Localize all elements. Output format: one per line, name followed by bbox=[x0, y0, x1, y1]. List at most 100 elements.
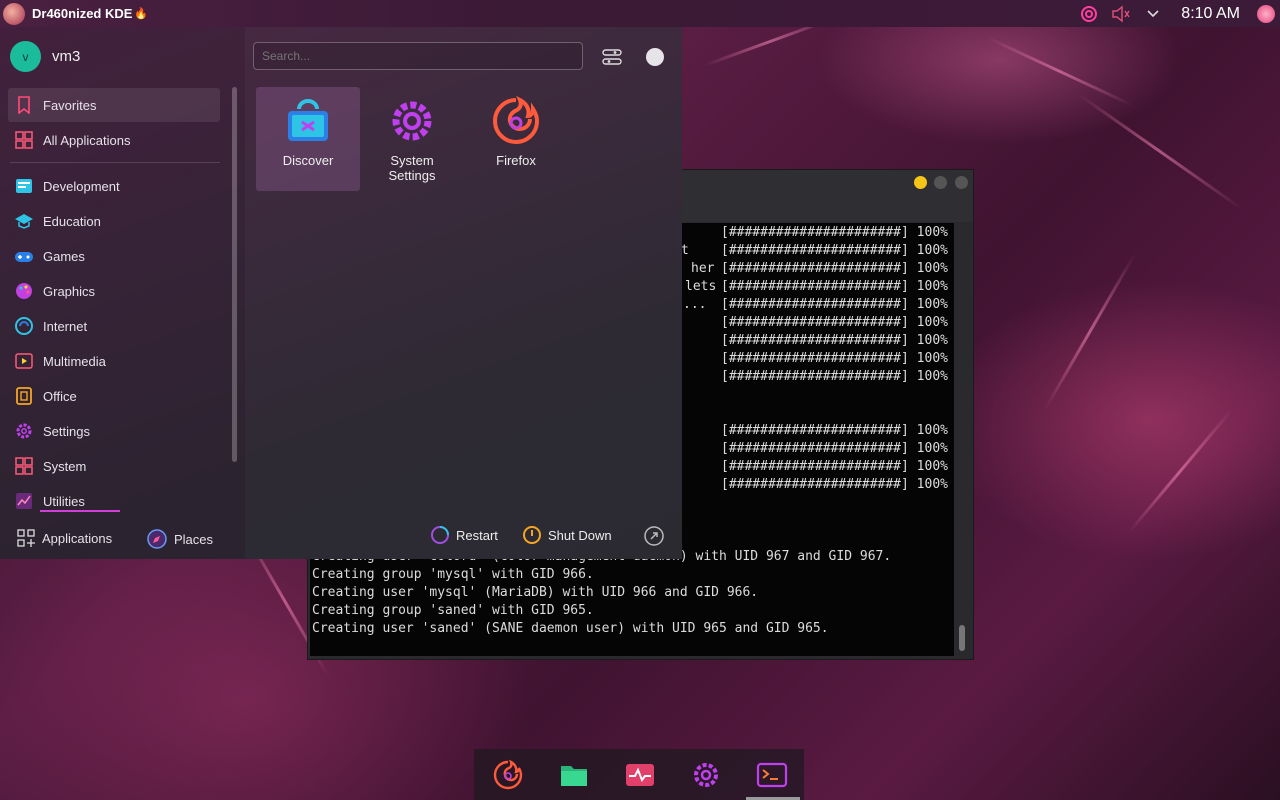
category-label: Multimedia bbox=[43, 353, 106, 369]
terminal-icon bbox=[756, 762, 788, 788]
dock-terminal[interactable] bbox=[756, 759, 788, 791]
log-line: Creating user 'mysql' (MariaDB) with UID… bbox=[312, 585, 759, 600]
dock-settings[interactable] bbox=[690, 759, 722, 791]
restart-label: Restart bbox=[456, 527, 498, 543]
category-label: Settings bbox=[43, 423, 90, 439]
category-office[interactable]: Office bbox=[8, 379, 220, 413]
restart-button[interactable]: Restart bbox=[430, 525, 498, 545]
terminal-scrollbar[interactable] bbox=[959, 625, 965, 651]
progress-line: [######################] 100% bbox=[721, 369, 948, 384]
log-line: Creating group 'saned' with GID 965. bbox=[312, 603, 594, 618]
tab-places[interactable]: Places bbox=[146, 528, 213, 550]
category-multimedia[interactable]: Multimedia bbox=[8, 344, 220, 378]
category-graphics[interactable]: Graphics bbox=[8, 274, 220, 308]
chevron-down-icon[interactable] bbox=[1143, 4, 1163, 24]
development-icon bbox=[14, 176, 34, 196]
dock-file-manager[interactable] bbox=[558, 759, 590, 791]
system-monitor-icon bbox=[626, 764, 654, 786]
category-development[interactable]: Development bbox=[8, 169, 220, 203]
user-avatar-icon[interactable] bbox=[1256, 4, 1276, 24]
category-internet[interactable]: Internet bbox=[8, 309, 220, 343]
category-label: Development bbox=[43, 178, 120, 194]
category-games[interactable]: Games bbox=[8, 239, 220, 273]
app-system-settings[interactable]: System Settings bbox=[360, 87, 464, 191]
system-tray: 8:10 AM bbox=[1073, 0, 1280, 27]
power-icon bbox=[523, 526, 541, 544]
package-name-fragment: t bbox=[681, 243, 689, 258]
close-button[interactable] bbox=[955, 176, 968, 189]
dock-system-monitor[interactable] bbox=[624, 759, 656, 791]
log-line: Creating group 'mysql' with GID 966. bbox=[312, 567, 594, 582]
wallpaper-streak bbox=[986, 36, 1134, 107]
wallpaper-streak bbox=[1043, 252, 1137, 411]
dock-firefox[interactable] bbox=[492, 759, 524, 791]
file-manager-icon bbox=[561, 766, 587, 786]
user-info[interactable]: v vm3 bbox=[10, 41, 80, 72]
progress-line: [######################] 100% bbox=[721, 423, 948, 438]
progress-line: [######################] 100% bbox=[721, 225, 948, 240]
tab-applications[interactable]: Applications bbox=[16, 528, 112, 548]
office-icon bbox=[14, 386, 34, 406]
shutdown-button[interactable]: Shut Down bbox=[522, 525, 612, 545]
volume-muted-icon[interactable] bbox=[1111, 4, 1131, 24]
progress-line: [######################] 100% bbox=[721, 243, 948, 258]
progress-line: [######################] 100% bbox=[721, 279, 948, 294]
clock[interactable]: 8:10 AM bbox=[1181, 5, 1240, 23]
fire-icon: 🔥 bbox=[134, 8, 149, 20]
app-label: Discover bbox=[282, 153, 334, 168]
category-favorites[interactable]: Favorites bbox=[8, 88, 220, 122]
username: vm3 bbox=[52, 48, 81, 65]
filter-icon[interactable] bbox=[601, 47, 623, 67]
wallpaper-streak bbox=[1127, 409, 1233, 534]
progress-line: [######################] 100% bbox=[721, 441, 948, 456]
category-all-applications[interactable]: All Applications bbox=[8, 123, 220, 157]
progress-line: [######################] 100% bbox=[721, 315, 948, 330]
category-label: Favorites bbox=[43, 97, 97, 113]
pin-button[interactable] bbox=[646, 48, 664, 66]
category-system[interactable]: System bbox=[8, 449, 220, 483]
utilities-icon bbox=[14, 491, 34, 511]
system-icon bbox=[14, 456, 34, 476]
avatar[interactable]: v bbox=[10, 41, 41, 72]
category-sidebar: v vm3 Favorites All Applications Developme… bbox=[0, 27, 245, 559]
garuda-icon[interactable] bbox=[1079, 4, 1099, 24]
progress-line: [######################] 100% bbox=[721, 297, 948, 312]
category-label: All Applications bbox=[43, 132, 131, 148]
category-scrollbar[interactable] bbox=[232, 87, 237, 462]
app-firefox[interactable]: Firefox bbox=[464, 87, 568, 191]
restart-icon bbox=[431, 526, 449, 544]
leave-button[interactable] bbox=[643, 525, 665, 547]
discover-icon bbox=[282, 95, 334, 147]
category-label: System bbox=[43, 458, 87, 474]
dock-panel bbox=[474, 749, 804, 800]
scroll-indicator bbox=[40, 510, 120, 512]
palette-icon bbox=[14, 281, 34, 301]
globe-icon bbox=[14, 316, 34, 336]
tab-places-label: Places bbox=[174, 531, 214, 547]
divider bbox=[10, 162, 220, 163]
progress-line: [######################] 100% bbox=[721, 477, 948, 492]
compass-icon bbox=[147, 529, 167, 549]
category-label: Utilities bbox=[43, 493, 85, 509]
category-settings[interactable]: Settings bbox=[8, 414, 220, 448]
category-education[interactable]: Education bbox=[8, 204, 220, 238]
top-panel: Dr460nized KDE 🔥 8:10 AM bbox=[0, 0, 1280, 27]
app-discover[interactable]: Discover bbox=[256, 87, 360, 191]
gamepad-icon bbox=[14, 246, 34, 266]
minimize-button[interactable] bbox=[914, 176, 927, 189]
category-label: Games bbox=[43, 248, 85, 264]
search-input[interactable] bbox=[253, 42, 583, 70]
multimedia-icon bbox=[14, 351, 34, 371]
graduation-cap-icon bbox=[14, 211, 34, 231]
bookmark-icon bbox=[14, 95, 34, 115]
maximize-button[interactable] bbox=[934, 176, 947, 189]
progress-line: [######################] 100% bbox=[721, 333, 948, 348]
category-label: Graphics bbox=[43, 283, 96, 299]
package-name-fragment: lets bbox=[685, 279, 717, 294]
launcher-logo-icon[interactable] bbox=[3, 2, 25, 25]
category-label: Internet bbox=[43, 318, 88, 334]
firefox-icon bbox=[493, 759, 523, 790]
category-utilities[interactable]: Utilities bbox=[8, 484, 220, 518]
gear-icon bbox=[14, 421, 34, 441]
firefox-icon bbox=[490, 95, 542, 147]
